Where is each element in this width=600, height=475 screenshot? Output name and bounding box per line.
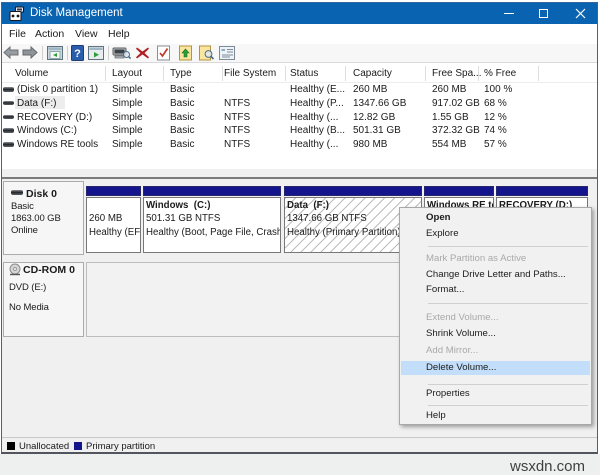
svg-text:?: ? [74,48,81,60]
